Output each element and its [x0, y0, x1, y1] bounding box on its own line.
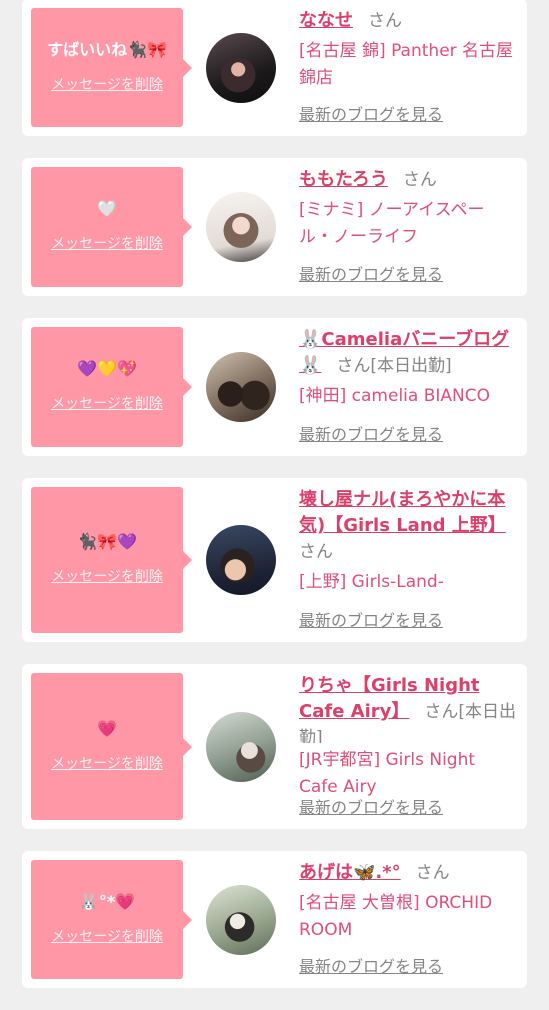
message-text: 🐰°*💗 — [78, 891, 136, 911]
message-card: 🐈‍⬛🎀💜 メッセージを削除 壊し屋ナル(まろやかに本気)【Girls Land… — [22, 478, 527, 642]
avatar[interactable] — [206, 352, 276, 422]
avatar[interactable] — [206, 32, 276, 103]
avatar[interactable] — [206, 711, 276, 782]
sender-name-link[interactable]: ももたろう — [299, 169, 388, 190]
latest-blog-link[interactable]: 最新のブログを見る — [299, 263, 443, 287]
honorific-label: さん — [336, 356, 371, 376]
shop-info: [名古屋 錦] Panther 名古屋錦店 — [299, 41, 514, 88]
sender-heading: ななせ さん — [299, 8, 517, 34]
shop-info: [ミナミ] ノーアイスペール・ノーライフ — [299, 200, 485, 247]
sender-info: 壊し屋ナル(まろやかに本気)【Girls Land 上野】さん [上野] Gir… — [299, 487, 517, 633]
avatar[interactable] — [206, 884, 276, 955]
message-bubble: 🤍 メッセージを削除 — [31, 167, 192, 287]
sender-info: ももたろう さん [ミナミ] ノーアイスペール・ノーライフ 最新のブログを見る — [299, 167, 517, 287]
sender-heading: ももたろう さん — [299, 167, 517, 193]
delete-message-link[interactable]: メッセージを削除 — [51, 75, 163, 95]
delete-message-link[interactable]: メッセージを削除 — [51, 754, 163, 774]
avatar[interactable] — [206, 525, 276, 595]
honorific-label: さん — [424, 702, 459, 722]
sender-name-link[interactable]: 壊し屋ナル(まろやかに本気)【Girls Land 上野】 — [299, 489, 506, 536]
message-bubble: 🐈‍⬛🎀💜 メッセージを削除 — [31, 487, 192, 633]
honorific-label: さん — [415, 863, 450, 883]
honorific-label: さん — [368, 11, 402, 31]
latest-blog-link[interactable]: 最新のブログを見る — [299, 103, 443, 127]
honorific-label: さん — [402, 170, 437, 190]
message-card: 💗 メッセージを削除 りちゃ【Girls Night Cafe Airy】 さん[… — [22, 664, 527, 829]
message-text: 💗 — [97, 718, 117, 738]
shop-info: [神田] camelia BIANCO — [299, 386, 490, 406]
message-text: 🐈‍⬛🎀💜 — [77, 532, 137, 551]
latest-blog-link[interactable]: 最新のブログを見る — [299, 955, 443, 979]
sender-heading: りちゃ【Girls Night Cafe Airy】 さん[本日出勤] — [299, 673, 517, 743]
message-card: 💜💛💖 メッセージを削除 🐰Cameliaバニーブログ🐰 さん[本日出勤] [神田… — [22, 318, 527, 456]
delete-message-link[interactable]: メッセージを削除 — [51, 234, 163, 254]
message-bubble: 🐰°*💗 メッセージを削除 — [31, 860, 192, 979]
message-bubble: 💜💛💖 メッセージを削除 — [31, 327, 192, 447]
delete-message-link[interactable]: メッセージを削除 — [51, 394, 163, 414]
message-list: すばいいね🐈‍⬛🎀 メッセージを削除 ななせ さん [名古屋 錦] Panther… — [22, 0, 527, 1010]
message-text: 🤍 — [97, 199, 117, 218]
shop-info: [上野] Girls-Land- — [299, 572, 444, 592]
message-bubble: 💗 メッセージを削除 — [31, 673, 192, 820]
sender-heading: 🐰Cameliaバニーブログ🐰 さん[本日出勤] — [299, 327, 517, 379]
message-card: 🐰°*💗 メッセージを削除 あげは🦋.*° さん [名古屋 大曽根] ORCHID… — [22, 851, 527, 988]
message-text: 💜💛💖 — [77, 359, 137, 378]
message-card: すばいいね🐈‍⬛🎀 メッセージを削除 ななせ さん [名古屋 錦] Panther… — [22, 0, 527, 136]
message-text: すばいいね🐈‍⬛🎀 — [47, 39, 167, 59]
sender-heading: 壊し屋ナル(まろやかに本気)【Girls Land 上野】さん — [299, 487, 517, 565]
message-card: 🤍 メッセージを削除 ももたろう さん [ミナミ] ノーアイスペール・ノーライフ … — [22, 158, 527, 296]
sender-name-link[interactable]: ななせ — [299, 10, 353, 31]
avatar[interactable] — [206, 192, 276, 262]
honorific-label: さん — [299, 542, 333, 562]
sender-info: あげは🦋.*° さん [名古屋 大曽根] ORCHID ROOM 最新のブログを見… — [299, 860, 517, 979]
sender-info: りちゃ【Girls Night Cafe Airy】 さん[本日出勤] [JR宇都… — [299, 673, 517, 820]
shop-info: [JR宇都宮] Girls Night Cafe Airy — [299, 750, 476, 796]
latest-blog-link[interactable]: 最新のブログを見る — [299, 609, 443, 633]
sender-info: ななせ さん [名古屋 錦] Panther 名古屋錦店 最新のブログを見る — [299, 8, 517, 127]
delete-message-link[interactable]: メッセージを削除 — [51, 927, 163, 947]
shop-info: [名古屋 大曽根] ORCHID ROOM — [299, 893, 493, 940]
message-bubble: すばいいね🐈‍⬛🎀 メッセージを削除 — [31, 8, 192, 127]
sender-info: 🐰Cameliaバニーブログ🐰 さん[本日出勤] [神田] camelia BIA… — [299, 327, 517, 447]
delete-message-link[interactable]: メッセージを削除 — [51, 567, 163, 587]
sender-name-link[interactable]: あげは🦋.*° — [299, 862, 401, 883]
sender-heading: あげは🦋.*° さん — [299, 860, 517, 886]
attendance-status: [本日出勤] — [370, 356, 452, 376]
latest-blog-link[interactable]: 最新のブログを見る — [299, 423, 443, 447]
latest-blog-link[interactable]: 最新のブログを見る — [299, 796, 443, 820]
